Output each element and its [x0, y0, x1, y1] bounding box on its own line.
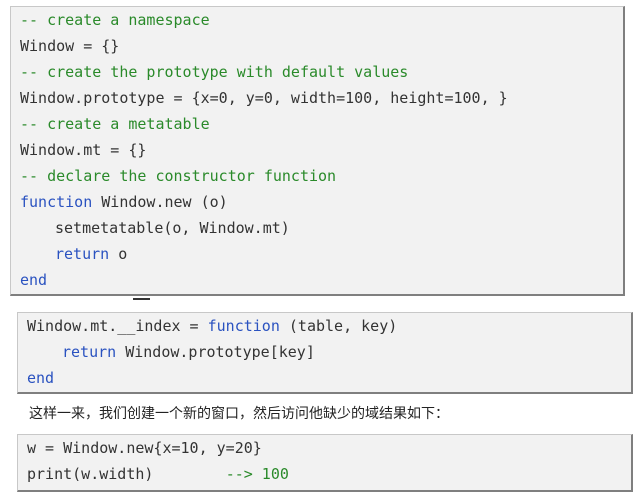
code-text: Window.mt = {} [20, 141, 147, 159]
code-line: -- create a namespace [20, 7, 623, 33]
code-block-index-metamethod: Window.mt.__index = function (table, key… [17, 312, 633, 394]
code-text: Window = {} [20, 37, 120, 55]
code-line: Window = {} [20, 33, 623, 59]
code-comment: -- declare the constructor function [20, 167, 337, 185]
code-text: Window.prototype[key] [116, 343, 315, 361]
code-line: w = Window.new{x=10, y=20} [27, 435, 631, 461]
code-comment: -- create a metatable [20, 115, 210, 133]
code-text: Window.mt.__index = [27, 317, 208, 335]
code-comment: -- create a namespace [20, 11, 210, 29]
code-line: return o [20, 241, 623, 267]
code-keyword: end [27, 369, 55, 387]
code-keyword: return [62, 343, 117, 361]
code-text: w = Window.new{x=10, y=20} [27, 439, 262, 457]
code-comment: -- create the prototype with default val… [20, 63, 409, 81]
code-text: setmetatable(o, Window.mt) [55, 219, 290, 237]
underscore-mark [133, 298, 150, 300]
code-keyword: function [20, 193, 93, 211]
code-keyword: return [55, 245, 110, 263]
code-text: o [109, 245, 128, 263]
code-line: Window.mt.__index = function (table, key… [27, 313, 631, 339]
code-text: print(w.width) [27, 465, 226, 483]
code-keyword: function [207, 317, 280, 335]
code-line: -- create a metatable [20, 111, 623, 137]
code-line: -- create the prototype with default val… [20, 59, 623, 85]
code-comment: --> 100 [225, 465, 289, 483]
code-keyword: end [20, 271, 48, 289]
code-line: setmetatable(o, Window.mt) [20, 215, 623, 241]
code-line: print(w.width) --> 100 [27, 461, 631, 487]
code-line: Window.mt = {} [20, 137, 623, 163]
code-text: Window.new (o) [92, 193, 228, 211]
code-line: end [20, 267, 623, 293]
code-line: function Window.new (o) [20, 189, 623, 215]
explanation-text: 这样一来，我们创建一个新的窗口，然后访问他缺少的域结果如下： [29, 406, 449, 422]
code-line: end [27, 365, 631, 391]
code-line: Window.prototype = {x=0, y=0, width=100,… [20, 85, 623, 111]
code-line: -- declare the constructor function [20, 163, 623, 189]
code-text: Window.prototype = {x=0, y=0, width=100,… [20, 89, 508, 107]
code-block-usage-example: w = Window.new{x=10, y=20} print(w.width… [17, 434, 633, 492]
code-block-window-namespace: -- create a namespace Window = {} -- cre… [10, 6, 625, 296]
code-text: (table, key) [279, 317, 398, 335]
code-line: return Window.prototype[key] [27, 339, 631, 365]
